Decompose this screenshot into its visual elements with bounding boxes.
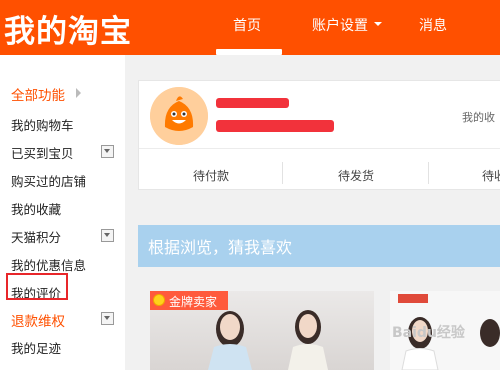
sidebar-item-footprints[interactable]: 我的足迹 (11, 338, 61, 357)
divider (282, 162, 283, 184)
tab-pending-payment[interactable]: 待付款 (193, 167, 229, 184)
my-collection-link[interactable]: 我的收 (462, 109, 495, 125)
highlight-frame (6, 273, 68, 300)
divider (139, 148, 500, 149)
gold-seller-badge: 金牌卖家 (150, 291, 228, 310)
avatar[interactable] (150, 87, 208, 145)
sidebar-item-all-functions[interactable]: 全部功能 (11, 84, 65, 104)
recommend-title: 根据浏览，猜我喜欢 (148, 238, 293, 257)
top-header: 我的淘宝 首页 账户设置 消息 (0, 0, 500, 55)
tab-pending-receipt[interactable]: 待收 (482, 167, 500, 184)
watermark: Baidu经验 (392, 325, 465, 341)
tab-pending-shipment[interactable]: 待发货 (338, 167, 374, 184)
nav-messages[interactable]: 消息 (419, 15, 447, 35)
sidebar-item-coupons[interactable]: 我的优惠信息 (11, 255, 86, 274)
medal-icon (153, 294, 165, 306)
nav-account-settings[interactable]: 账户设置 (312, 15, 368, 35)
sidebar-item-bought[interactable]: 已买到宝贝 (11, 143, 74, 162)
nav-home[interactable]: 首页 (233, 15, 261, 35)
sidebar-item-cart[interactable]: 我的购物车 (11, 115, 74, 134)
divider (428, 162, 429, 184)
sidebar-item-refunds[interactable]: 退款维权 (11, 310, 65, 330)
dropdown-icon[interactable] (101, 312, 114, 325)
avatar-mascot-icon (150, 87, 208, 145)
chevron-down-icon[interactable] (374, 22, 382, 26)
sidebar-item-shops[interactable]: 购买过的店铺 (11, 171, 86, 190)
badge-label: 金牌卖家 (169, 295, 218, 309)
sidebar-item-favorites[interactable]: 我的收藏 (11, 199, 61, 218)
chevron-right-icon (76, 88, 81, 98)
dropdown-icon[interactable] (101, 145, 114, 158)
sidebar-item-tmall-points[interactable]: 天猫积分 (11, 227, 61, 246)
redacted-username (216, 98, 289, 108)
redacted-info (216, 120, 334, 132)
page-logo[interactable]: 我的淘宝 (4, 6, 132, 51)
dropdown-icon[interactable] (101, 229, 114, 242)
